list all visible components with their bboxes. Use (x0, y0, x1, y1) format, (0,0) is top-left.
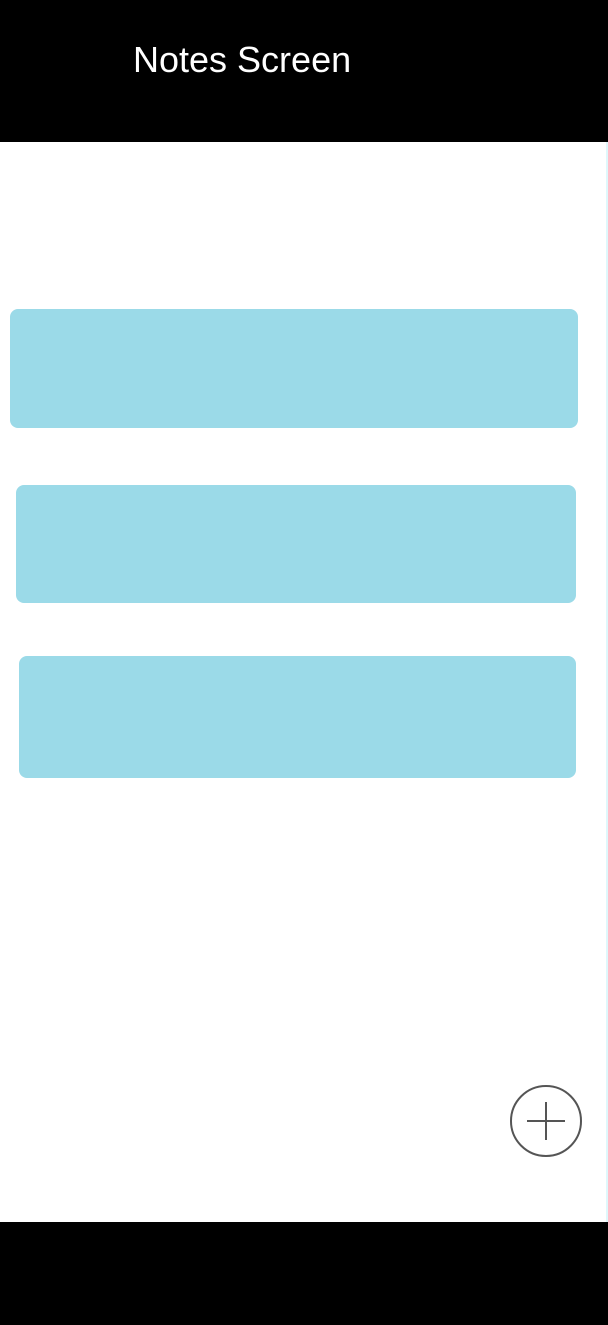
page-title: Notes Screen (133, 39, 352, 80)
add-note-button[interactable] (510, 1085, 582, 1157)
plus-icon (527, 1102, 565, 1140)
bottom-bar (0, 1222, 608, 1325)
note-card[interactable] (19, 656, 576, 778)
top-app-bar: Notes Screen (0, 0, 608, 142)
notes-screen: Notes Screen (0, 0, 608, 1325)
note-card[interactable] (10, 309, 578, 428)
note-card[interactable] (16, 485, 576, 603)
